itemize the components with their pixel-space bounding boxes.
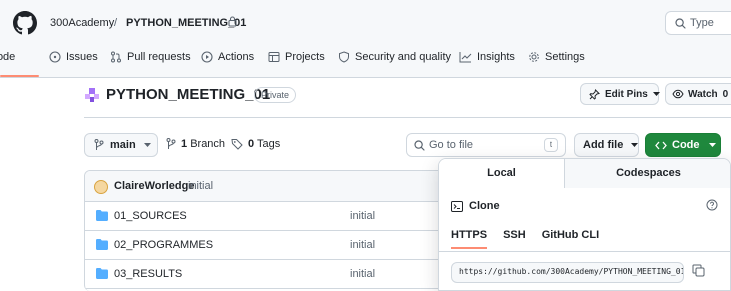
- nav-tab-label: Settings: [545, 51, 585, 63]
- nav-tab-label: Actions: [218, 51, 255, 63]
- folder-icon: [96, 268, 108, 279]
- chevron-down-icon: [631, 142, 639, 148]
- nav-tab-label: Code: [0, 51, 16, 63]
- watch-count: 0: [722, 88, 729, 100]
- go-to-file-input[interactable]: Go to file t: [406, 133, 566, 157]
- tag-count-label: Tags: [257, 138, 281, 150]
- copy-icon[interactable]: [692, 264, 705, 277]
- visibility-badge: Private: [254, 87, 297, 103]
- go-to-file-placeholder: Go to file: [429, 139, 474, 151]
- code-button[interactable]: Code: [645, 133, 721, 157]
- clone-dropdown: Local Codespaces Clone HTTPS SSH GitHub …: [438, 158, 731, 291]
- breadcrumb-separator: /: [114, 17, 118, 29]
- tab-https[interactable]: HTTPS: [451, 229, 488, 249]
- clone-tabs: Local Codespaces: [439, 159, 730, 188]
- nav-tab-pull-requests[interactable]: Pull requests: [110, 46, 191, 68]
- tag-count: 0: [248, 138, 255, 150]
- breadcrumb-owner[interactable]: 300Academy: [50, 17, 114, 29]
- chevron-down-icon: [652, 91, 660, 97]
- protocol-tabs: HTTPS SSH GitHub CLI: [451, 229, 615, 249]
- title-divider: [84, 117, 731, 118]
- nav-tab-label: Projects: [285, 51, 325, 63]
- nav-tab-actions[interactable]: Actions: [201, 46, 254, 68]
- branch-count-label: Branch: [190, 138, 226, 150]
- file-name[interactable]: 02_PROGRAMMES: [114, 239, 213, 251]
- nav-tab-label: Security and quality: [355, 51, 451, 63]
- question-icon[interactable]: [706, 199, 718, 211]
- branches-link[interactable]: 1 Branch: [181, 138, 225, 150]
- keyboard-shortcut-hint: t: [544, 138, 558, 152]
- tags-link[interactable]: 0 Tags: [248, 138, 280, 150]
- repo-title[interactable]: PYTHON_MEETING_01: [106, 86, 270, 103]
- branch-name: main: [110, 139, 136, 151]
- play-icon: [201, 51, 213, 63]
- edit-pins-button[interactable]: Edit Pins: [580, 83, 660, 105]
- file-commit-message[interactable]: initial: [350, 239, 375, 251]
- nav-tab-label: Issues: [66, 51, 98, 63]
- tag-icon: [231, 138, 243, 150]
- graph-icon: [459, 51, 472, 63]
- nav-tab-label: Insights: [477, 51, 515, 63]
- clone-url-input[interactable]: https://github.com/300Academy/PYTHON_MEE…: [451, 262, 684, 283]
- clone-url-value: https://github.com/300Academy/PYTHON_MEE…: [459, 267, 684, 276]
- pin-icon: [589, 88, 600, 100]
- branch-selector-button[interactable]: main: [84, 133, 158, 157]
- commit-message[interactable]: initial: [188, 180, 213, 192]
- lock-icon: [228, 16, 237, 27]
- branch-tag-info: 1 Branch 0 Tags: [166, 138, 280, 150]
- search-placeholder: Type: [690, 17, 714, 29]
- code-icon: [655, 141, 667, 150]
- tab-github-cli[interactable]: GitHub CLI: [542, 229, 599, 249]
- tab-ssh[interactable]: SSH: [503, 229, 526, 249]
- repo-avatar-icon: [84, 87, 100, 103]
- protocol-tabs-divider: [439, 251, 730, 252]
- file-commit-message[interactable]: initial: [350, 210, 375, 222]
- chevron-down-icon: [708, 142, 716, 148]
- add-file-button[interactable]: Add file: [574, 133, 639, 157]
- nav-tab-issues[interactable]: Issues: [49, 46, 98, 68]
- file-name[interactable]: 03_RESULTS: [114, 268, 182, 280]
- nav-tab-projects[interactable]: Projects: [268, 46, 325, 68]
- nav-tab-settings[interactable]: Settings: [528, 46, 585, 68]
- tab-codespaces[interactable]: Codespaces: [565, 159, 730, 188]
- terminal-icon: [451, 200, 463, 212]
- nav-tab-label: Pull requests: [127, 51, 191, 63]
- shield-icon: [338, 51, 350, 63]
- file-name[interactable]: 01_SOURCES: [114, 210, 187, 222]
- branch-count: 1: [181, 138, 188, 150]
- clone-heading: Clone: [451, 200, 500, 212]
- folder-icon: [96, 210, 108, 221]
- search-icon: [414, 140, 425, 151]
- pull-request-icon: [110, 51, 122, 63]
- avatar[interactable]: [94, 180, 108, 194]
- gear-icon: [528, 51, 540, 63]
- watch-button[interactable]: Watch 0: [665, 83, 731, 105]
- nav-tab-security[interactable]: Security and quality: [338, 46, 451, 68]
- edit-pins-label: Edit Pins: [605, 88, 648, 100]
- search-icon: [675, 18, 686, 29]
- github-logo-icon[interactable]: [13, 11, 37, 35]
- commit-author[interactable]: ClaireWorledge: [114, 180, 195, 192]
- add-file-label: Add file: [583, 139, 624, 151]
- active-tab-indicator: [0, 75, 39, 77]
- watch-label: Watch: [688, 88, 718, 100]
- clone-label: Clone: [469, 200, 500, 212]
- branch-count-icon: [166, 138, 176, 150]
- tab-local[interactable]: Local: [439, 159, 565, 188]
- issue-icon: [49, 51, 61, 63]
- code-button-label: Code: [672, 139, 700, 151]
- nav-tab-code[interactable]: Code: [0, 46, 15, 68]
- branch-icon: [94, 139, 104, 151]
- folder-icon: [96, 239, 108, 250]
- nav-tab-insights[interactable]: Insights: [459, 46, 515, 68]
- global-search-input[interactable]: Type: [665, 11, 731, 35]
- chevron-down-icon: [143, 142, 151, 148]
- file-commit-message[interactable]: initial: [350, 268, 375, 280]
- eye-icon: [672, 89, 684, 99]
- table-icon: [268, 51, 280, 63]
